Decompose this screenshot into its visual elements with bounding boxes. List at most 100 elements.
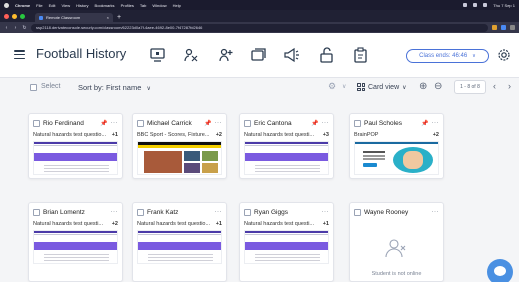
share-screen-icon[interactable] (183, 47, 200, 63)
tab-close-icon[interactable]: × (107, 15, 109, 20)
pin-icon[interactable]: 📌 (204, 120, 211, 127)
prev-page-icon[interactable]: ‹ (493, 81, 496, 91)
wifi-icon[interactable] (473, 3, 478, 7)
maximize-window-icon[interactable] (20, 13, 25, 19)
chevron-down-icon[interactable]: ∨ (342, 83, 346, 90)
card-checkbox[interactable] (33, 208, 40, 216)
active-tab-title: Natural hazards test questio... (137, 220, 211, 227)
screen-thumbnail[interactable] (137, 141, 222, 175)
sort-dropdown[interactable]: Sort by: First name ∨ (78, 83, 151, 92)
next-page-icon[interactable]: › (508, 81, 511, 91)
card-active-tab[interactable]: Natural hazards test questio... +1 (137, 219, 222, 228)
screen-thumbnail[interactable] (244, 230, 329, 264)
back-icon[interactable]: ‹ (4, 25, 9, 31)
view-settings-icon[interactable]: ⚙ (328, 81, 336, 92)
pin-icon[interactable]: 📌 (100, 120, 107, 127)
menu-bookmarks[interactable]: Bookmarks (95, 3, 115, 8)
screen-thumbnail[interactable] (137, 230, 222, 264)
screen-thumbnail[interactable] (354, 141, 439, 175)
card-checkbox[interactable] (137, 208, 144, 216)
student-card[interactable]: Paul Scholes 📌 ··· BrainPOP +2 (349, 113, 444, 179)
card-checkbox[interactable] (244, 119, 251, 127)
menu-edit[interactable]: Edit (49, 3, 56, 8)
more-options-icon[interactable]: ··· (432, 209, 440, 215)
pin-icon[interactable]: 📌 (421, 120, 428, 127)
extension-icon[interactable] (492, 25, 497, 30)
student-card[interactable]: Frank Katz ··· Natural hazards test ques… (132, 202, 227, 282)
announcement-icon[interactable] (283, 47, 300, 63)
zoom-out-icon[interactable]: ⊖ (434, 81, 442, 92)
student-card[interactable]: Eric Cantona 📌 ··· Natural hazards test … (239, 113, 334, 179)
more-options-icon[interactable]: ··· (322, 209, 330, 215)
zoom-in-icon[interactable]: ⊕ (419, 81, 427, 92)
card-active-tab[interactable]: Natural hazards test questi... +2 (33, 219, 118, 228)
active-tab-title: Natural hazards test questio... (33, 131, 107, 138)
open-tab-icon[interactable] (250, 47, 267, 63)
card-active-tab[interactable]: BrainPOP +2 (354, 130, 439, 139)
card-checkbox[interactable] (354, 208, 361, 216)
browser-tab[interactable]: Remote Classroom × (35, 13, 113, 22)
student-card[interactable]: Wayne Rooney ··· Student is not online (349, 202, 444, 282)
hamburger-menu-icon[interactable] (14, 50, 25, 59)
more-options-icon[interactable]: ··· (322, 120, 330, 126)
chat-support-button[interactable] (487, 259, 513, 282)
view-mode-dropdown[interactable]: Card view ∨ (357, 83, 407, 91)
menu-view[interactable]: View (61, 3, 70, 8)
screen-thumbnail[interactable] (33, 230, 118, 264)
card-checkbox[interactable] (354, 119, 361, 127)
new-tab-icon[interactable]: + (117, 13, 121, 22)
active-tab-title: Natural hazards test questi... (244, 131, 315, 138)
unlock-icon[interactable] (318, 47, 335, 63)
card-active-tab[interactable]: BBC Sport - Scores, Fixture... +2 (137, 130, 222, 139)
card-active-tab[interactable]: Natural hazards test questi... +1 (244, 219, 329, 228)
menu-file[interactable]: File (36, 3, 42, 8)
url-field[interactable]: ssp2118.derivateconsole.securly.com/clas… (31, 23, 488, 32)
select-all-checkbox[interactable] (30, 84, 37, 91)
close-window-icon[interactable] (4, 13, 9, 19)
screen-thumbnail[interactable] (244, 141, 329, 175)
forward-icon[interactable]: › (13, 25, 18, 31)
menu-profiles[interactable]: Profiles (121, 3, 134, 8)
card-checkbox[interactable] (33, 119, 40, 127)
url-text: ssp2118.derivateconsole.securly.com/clas… (36, 25, 203, 30)
menu-history[interactable]: History (76, 3, 88, 8)
more-options-icon[interactable]: ··· (432, 120, 440, 126)
pagination-range[interactable]: 1 - 8 of 8 (454, 80, 486, 94)
menu-app-name[interactable]: Chrome (15, 3, 30, 8)
card-active-tab[interactable]: Natural hazards test questio... +1 (33, 130, 118, 139)
more-options-icon[interactable]: ··· (215, 120, 223, 126)
card-active-tab[interactable]: Natural hazards test questi... +3 (244, 130, 329, 139)
card-header: Paul Scholes 📌 ··· (354, 118, 439, 128)
student-card[interactable]: Rio Ferdinand 📌 ··· Natural hazards test… (28, 113, 123, 179)
card-checkbox[interactable] (137, 119, 144, 127)
add-student-icon[interactable] (218, 47, 235, 63)
screen-thumbnail[interactable] (33, 141, 118, 175)
minimize-window-icon[interactable] (12, 13, 17, 19)
chevron-down-icon: ∨ (402, 84, 407, 91)
more-options-icon[interactable]: ··· (215, 209, 223, 215)
settings-gear-icon[interactable] (497, 48, 511, 62)
menu-tab[interactable]: Tab (140, 3, 146, 8)
card-checkbox[interactable] (244, 208, 251, 216)
student-name: Michael Carrick (147, 119, 192, 127)
menu-help[interactable]: Help (173, 3, 181, 8)
screen-lock-icon[interactable] (149, 47, 166, 63)
menubar-clock[interactable]: Thu 7 Sep 1 (493, 3, 515, 8)
student-name: Paul Scholes (364, 119, 402, 127)
student-card[interactable]: Brian Lomentz ··· Natural hazards test q… (28, 202, 123, 282)
more-options-icon[interactable]: ··· (111, 120, 119, 126)
clipboard-icon[interactable] (352, 47, 369, 63)
extension-icon[interactable] (501, 25, 506, 30)
spotlight-icon[interactable] (483, 3, 488, 7)
student-card[interactable]: Ryan Giggs ··· Natural hazards test ques… (239, 202, 334, 282)
card-header: Frank Katz ··· (137, 207, 222, 217)
more-options-icon[interactable]: ··· (111, 209, 119, 215)
battery-icon[interactable] (463, 3, 468, 7)
class-ends-button[interactable]: Class ends: 46:46 ∨ (406, 49, 489, 63)
profile-icon[interactable] (510, 25, 515, 30)
pin-icon[interactable]: 📌 (311, 120, 318, 127)
student-card[interactable]: Michael Carrick 📌 ··· BBC Sport - Scores… (132, 113, 227, 179)
apple-icon[interactable] (4, 2, 9, 8)
reload-icon[interactable]: ↻ (22, 25, 27, 31)
menu-window[interactable]: Window (152, 3, 166, 8)
